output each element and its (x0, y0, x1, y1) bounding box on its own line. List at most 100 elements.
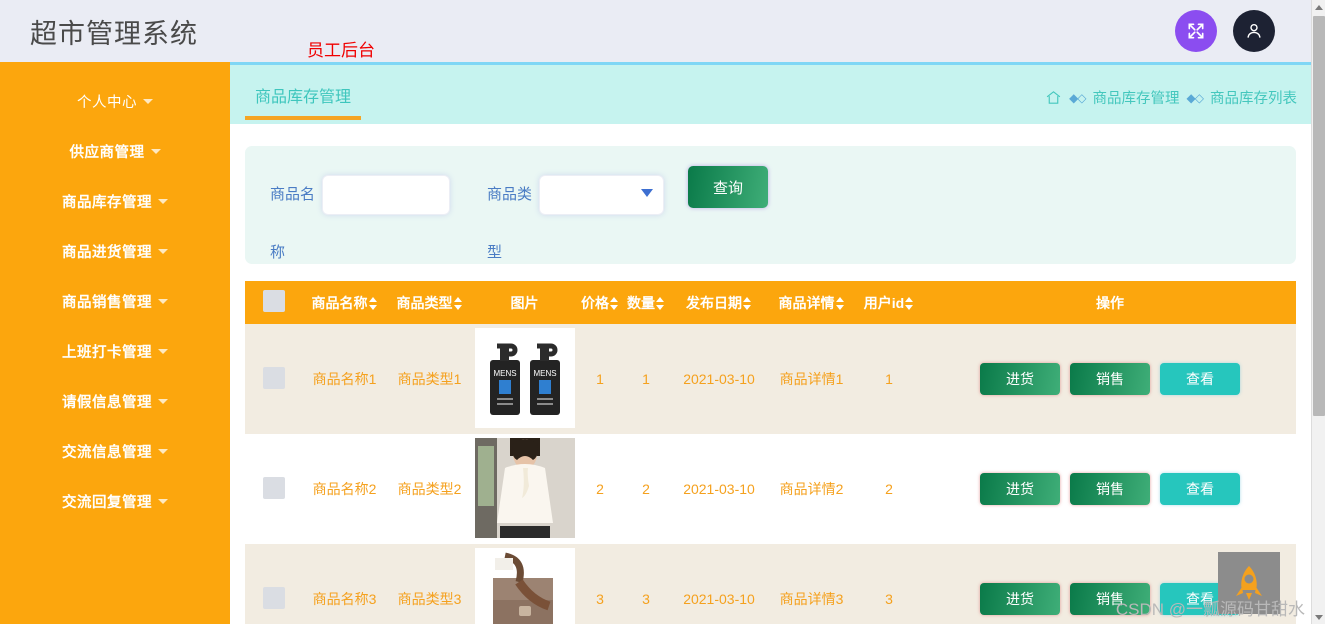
product-name-input[interactable] (322, 175, 450, 215)
sidebar-item-label: 交流回复管理 (62, 494, 152, 511)
purchase-button[interactable]: 进货 (980, 363, 1060, 395)
view-button[interactable]: 查看 (1160, 473, 1240, 505)
col-product-name[interactable]: 商品名称 (302, 281, 387, 324)
product-image-white-blouse[interactable] (474, 437, 575, 538)
col-user-id[interactable]: 用户id (854, 281, 924, 324)
sidebar-item-label: 商品销售管理 (62, 294, 152, 311)
cell-quantity: 3 (642, 591, 650, 607)
inventory-table-wrapper: 商品名称 商品类型 图片 价格 数量 发布日期 商品详情 用户id 操作 商品名… (245, 281, 1296, 624)
query-button[interactable]: 查询 (688, 166, 768, 208)
breadcrumb-item-inventory[interactable]: 商品库存管理 (1093, 87, 1180, 108)
sort-icon[interactable] (368, 297, 378, 311)
purchase-button[interactable]: 进货 (980, 473, 1060, 505)
rocket-back-to-top-icon[interactable] (1218, 552, 1280, 614)
sidebar-item-label: 供应商管理 (69, 144, 145, 161)
col-label: 商品名称 (311, 294, 368, 311)
chevron-down-icon (143, 98, 153, 104)
user-avatar-icon[interactable] (1233, 10, 1275, 52)
cell-user-id: 3 (885, 591, 893, 607)
sort-icon[interactable] (835, 297, 845, 311)
sidebar-item-sales[interactable]: 商品销售管理 (0, 276, 230, 326)
sidebar-nav: 个人中心 供应商管理 商品库存管理 商品进货管理 商品销售管理 上班打卡管理 请… (0, 62, 230, 624)
table-row[interactable]: 商品名称2 商品类型2 2 2 2021-03-10 商品详情2 2 进货 销售… (245, 434, 1296, 544)
sort-icon[interactable] (656, 297, 665, 311)
col-label: 价格 (581, 294, 609, 311)
scroll-down-arrow-icon[interactable] (1312, 610, 1325, 624)
sidebar-item-forum-reply[interactable]: 交流回复管理 (0, 476, 230, 526)
sidebar-item-label: 交流信息管理 (62, 444, 152, 461)
tab-inventory-management[interactable]: 商品库存管理 (245, 65, 362, 124)
col-label: 商品详情 (778, 294, 835, 311)
table-row[interactable]: 商品名称1 商品类型1 MENS MENS 1 1 2021-03-10 商品详… (245, 324, 1296, 434)
breadcrumb-item-list[interactable]: 商品库存列表 (1210, 87, 1297, 108)
row-checkbox[interactable] (262, 476, 285, 499)
product-name-label: 商品名称 (270, 186, 316, 261)
vertical-scrollbar[interactable] (1311, 0, 1325, 624)
table-row[interactable]: 商品名称3 商品类型3 3 3 2021-03-10 商品详情3 3 进货 销售… (245, 544, 1296, 624)
sort-icon[interactable] (743, 297, 752, 311)
cell-detail: 商品详情3 (779, 591, 844, 607)
sort-icon[interactable] (610, 297, 619, 311)
chevron-down-icon (158, 298, 168, 304)
sidebar-item-personal-center[interactable]: 个人中心 (0, 76, 230, 126)
sidebar-item-label: 请假信息管理 (62, 394, 152, 411)
sell-button[interactable]: 销售 (1070, 583, 1150, 615)
search-panel: 商品名称 商品类型 查询 (245, 146, 1296, 264)
sidebar-item-attendance[interactable]: 上班打卡管理 (0, 326, 230, 376)
sidebar-item-leave[interactable]: 请假信息管理 (0, 376, 230, 426)
col-operations: 操作 (924, 281, 1296, 324)
cell-operations: 进货 销售 查看 (924, 324, 1296, 434)
sidebar-item-supplier[interactable]: 供应商管理 (0, 126, 230, 176)
col-image: 图片 (472, 281, 577, 324)
cell-date: 2021-03-10 (683, 591, 755, 607)
breadcrumb-separator: ◆◇ (1186, 90, 1204, 105)
cell-price: 3 (596, 591, 604, 607)
row-checkbox[interactable] (262, 586, 285, 609)
header-actions (1175, 10, 1275, 52)
cell-detail: 商品详情2 (779, 481, 844, 497)
sort-icon[interactable] (905, 297, 914, 311)
app-header: 超市管理系统 (0, 0, 1311, 62)
breadcrumb-separator: ◆◇ (1069, 90, 1086, 105)
fullscreen-expand-icon[interactable] (1175, 10, 1217, 52)
sidebar-item-inventory[interactable]: 商品库存管理 (0, 176, 230, 226)
col-label: 图片 (510, 294, 539, 311)
col-detail[interactable]: 商品详情 (769, 281, 854, 324)
view-button[interactable]: 查看 (1160, 363, 1240, 395)
select-all-header (245, 281, 302, 324)
select-all-checkbox[interactable] (262, 290, 285, 312)
scrollbar-thumb[interactable] (1313, 16, 1325, 416)
purchase-button[interactable]: 进货 (980, 583, 1060, 615)
sidebar-item-label: 商品库存管理 (62, 194, 152, 211)
chevron-down-icon (158, 248, 168, 254)
sort-icon[interactable] (453, 297, 463, 311)
scroll-up-arrow-icon[interactable] (1312, 0, 1325, 14)
sidebar-item-label: 上班打卡管理 (62, 344, 152, 361)
cell-user-id: 1 (885, 371, 893, 387)
sell-button[interactable]: 销售 (1070, 473, 1150, 505)
product-type-field-group: 商品类型 (487, 166, 677, 282)
col-product-type[interactable]: 商品类型 (387, 281, 472, 324)
product-name-field-group: 商品名称 (270, 166, 460, 282)
chevron-down-icon (158, 498, 168, 504)
cell-product-name: 商品名称1 (312, 371, 377, 387)
row-checkbox[interactable] (262, 366, 285, 389)
product-image-brown-bag[interactable] (474, 547, 575, 624)
col-date[interactable]: 发布日期 (669, 281, 769, 324)
col-quantity[interactable]: 数量 (623, 281, 669, 324)
breadcrumb: ◆◇ 商品库存管理 ◆◇ 商品库存列表 (1045, 87, 1297, 108)
col-label: 发布日期 (686, 294, 742, 311)
cell-price: 2 (596, 481, 604, 497)
cell-image: MENS MENS (472, 324, 577, 434)
product-type-select[interactable] (539, 175, 664, 215)
col-label: 数量 (627, 294, 655, 311)
sidebar-item-purchase[interactable]: 商品进货管理 (0, 226, 230, 276)
col-price[interactable]: 价格 (577, 281, 623, 324)
app-title: 超市管理系统 (30, 18, 198, 49)
home-icon[interactable] (1045, 89, 1062, 106)
product-image-mens-bottles[interactable]: MENS MENS (474, 327, 575, 428)
sidebar-item-label: 商品进货管理 (62, 244, 152, 261)
sidebar-item-forum[interactable]: 交流信息管理 (0, 426, 230, 476)
chevron-down-icon (158, 198, 168, 204)
sell-button[interactable]: 销售 (1070, 363, 1150, 395)
